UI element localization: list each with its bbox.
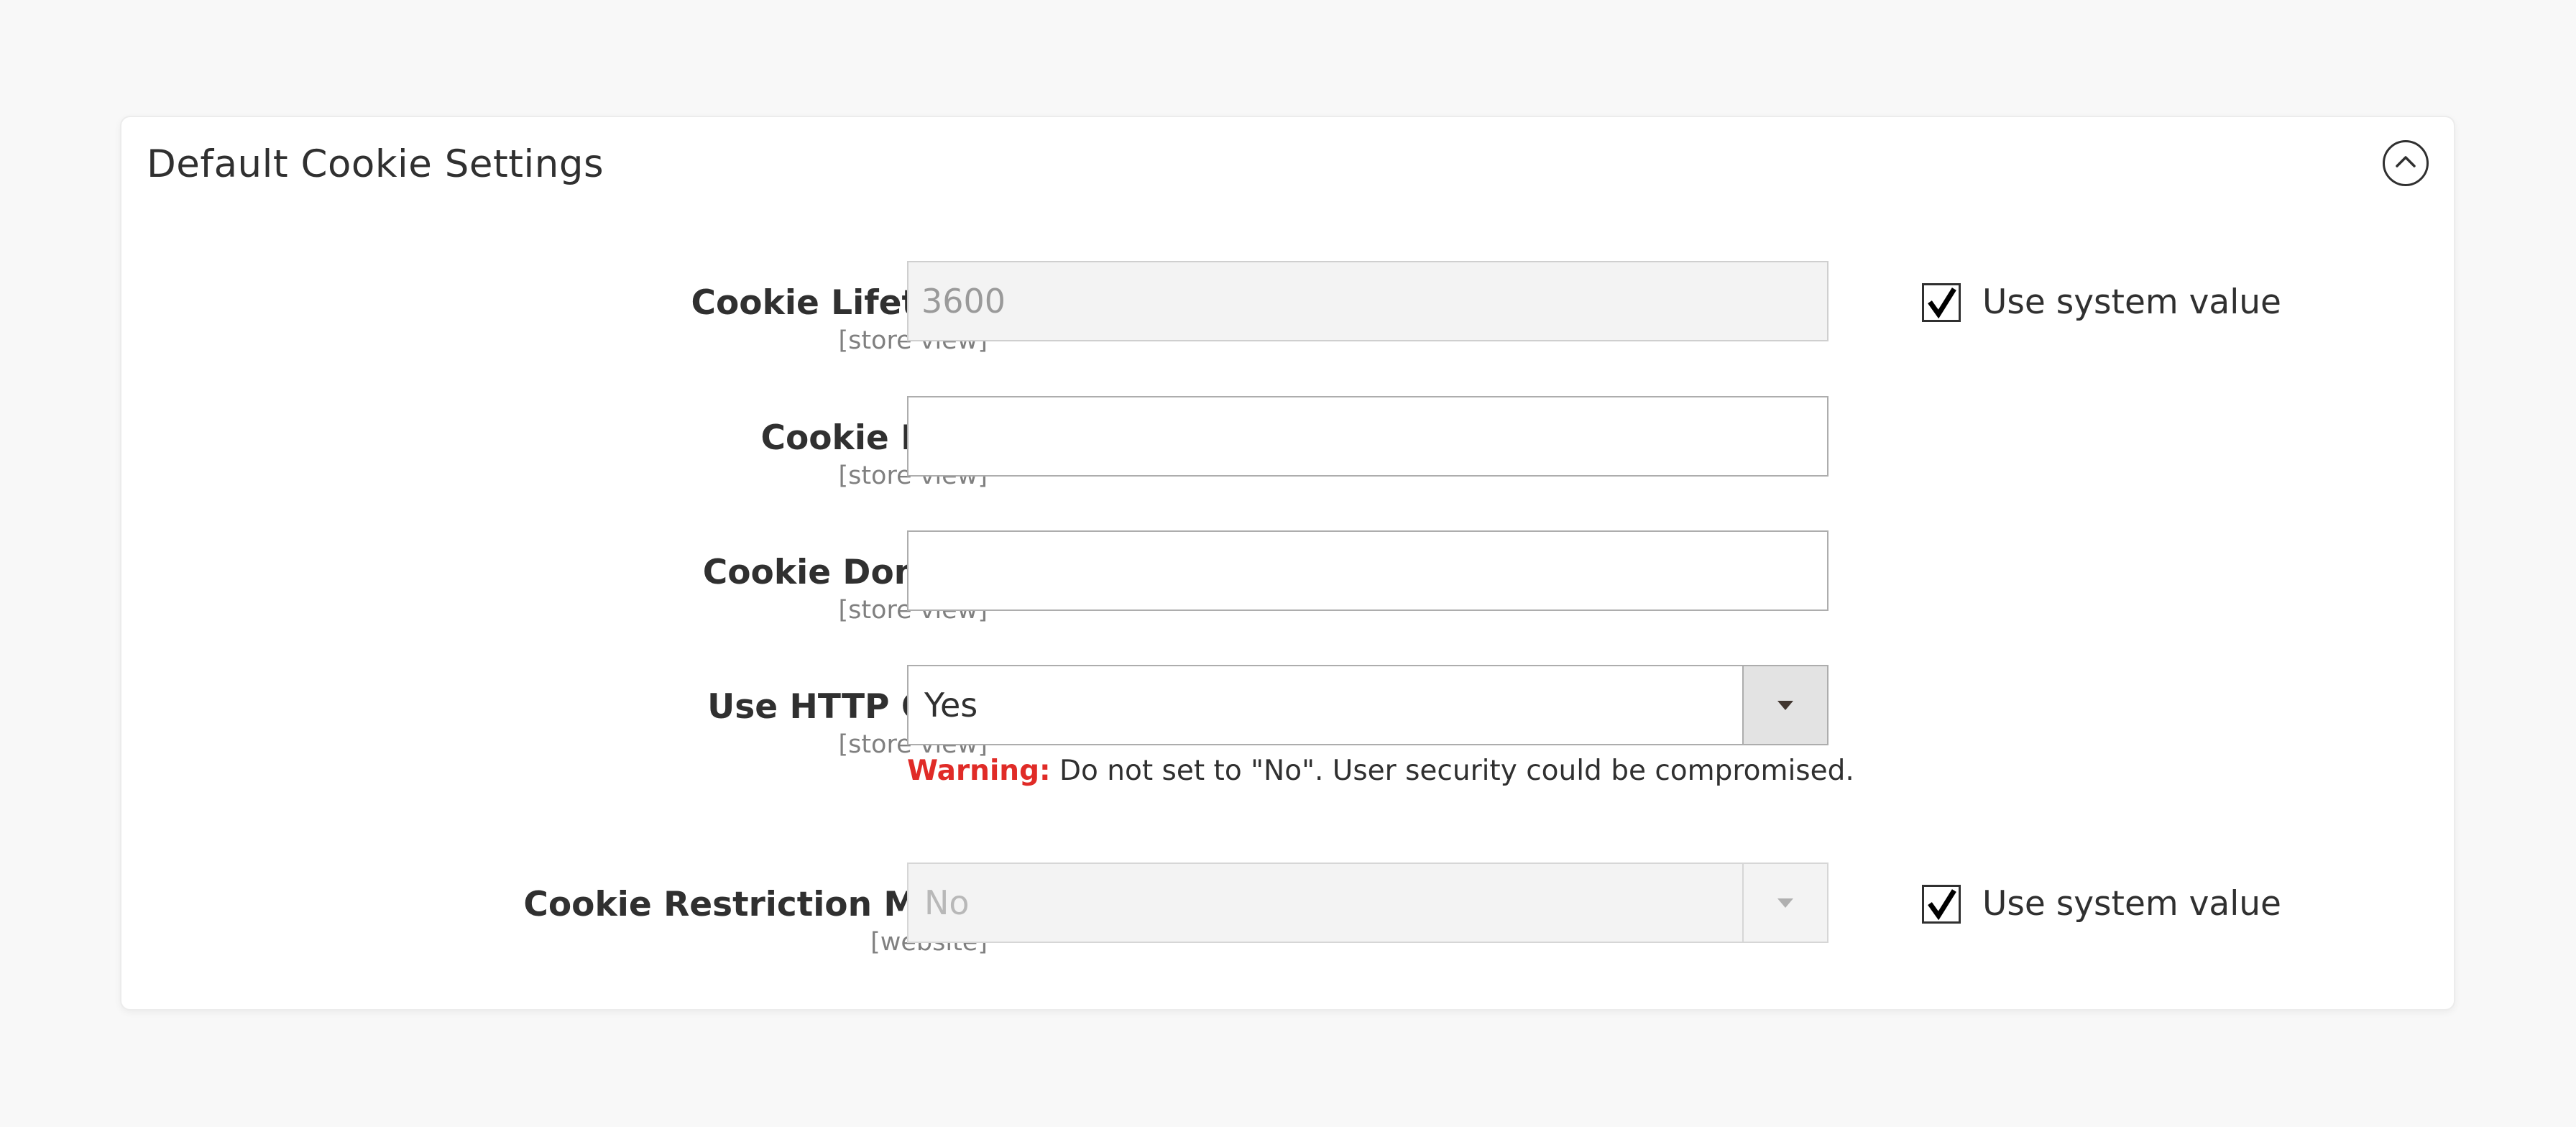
cookie-domain-label: Cookie Domain (702, 553, 988, 592)
cookie-domain-input[interactable] (907, 530, 1828, 611)
warning-text: Do not set to "No". User security could … (1050, 755, 1854, 787)
dropdown-toggle[interactable] (1742, 666, 1827, 744)
cookie-settings-panel: Default Cookie Settings Cookie Lifetime … (120, 116, 2455, 1011)
use-http-only-selected-value: Yes (924, 686, 978, 724)
use-http-only-label-group: Use HTTP Only [store view] (413, 684, 988, 758)
cookie-lifetime-label-group: Cookie Lifetime [store view] (413, 280, 988, 354)
cookie-lifetime-scope: [store view] (838, 326, 988, 355)
cookie-lifetime-label: Cookie Lifetime (691, 283, 988, 323)
cookie-lifetime-checkbox[interactable] (1922, 282, 1961, 322)
cookie-restriction-mode-checkbox[interactable] (1922, 884, 1961, 924)
cookie-domain-label-group: Cookie Domain [store view] (413, 549, 988, 624)
cookie-domain-scope: [store view] (838, 595, 988, 625)
cookie-restriction-mode-scope: [website] (413, 929, 988, 957)
cookie-restriction-mode-label: Cookie Restriction Mode (523, 885, 988, 924)
http-only-warning: Warning: Do not set to "No". User securi… (907, 755, 1854, 787)
cookie-restriction-mode-select[interactable]: No (907, 862, 1828, 943)
cookie-lifetime-input[interactable] (907, 261, 1828, 341)
use-http-only-select[interactable]: Yes (907, 665, 1828, 745)
use-http-only-scope: [store view] (838, 730, 988, 759)
cookie-lifetime-use-system-value[interactable]: Use system value (1922, 282, 2281, 322)
cookie-restriction-mode-use-system-value[interactable]: Use system value (1922, 884, 2281, 924)
checkmark-icon (1928, 888, 1956, 920)
use-system-value-label: Use system value (1982, 282, 2281, 322)
dropdown-toggle[interactable] (1742, 864, 1827, 942)
cookie-path-label: Cookie Path (760, 418, 988, 458)
chevron-up-icon (2395, 155, 2416, 172)
checkmark-icon (1928, 287, 1956, 318)
cookie-path-label-group: Cookie Path [store view] (413, 415, 988, 489)
warning-label: Warning: (907, 755, 1051, 787)
use-http-only-label: Use HTTP Only (707, 687, 988, 727)
section-title: Default Cookie Settings (147, 142, 604, 186)
caret-down-icon (1777, 700, 1793, 710)
caret-down-icon (1777, 898, 1793, 908)
collapse-button[interactable] (2383, 140, 2429, 186)
cookie-restriction-mode-selected-value: No (924, 883, 970, 922)
cookie-restriction-mode-label-group: Cookie Restriction Mode [website] (413, 881, 988, 956)
cookie-path-input[interactable] (907, 396, 1828, 477)
cookie-path-scope: [store view] (838, 461, 988, 490)
use-system-value-label: Use system value (1982, 884, 2281, 924)
